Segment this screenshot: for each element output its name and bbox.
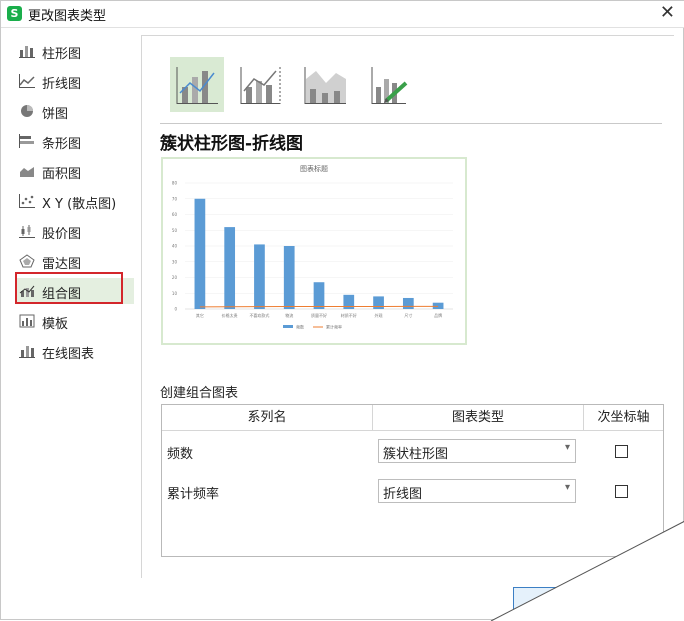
bar (284, 246, 295, 309)
y-tick-label: 60 (172, 212, 178, 217)
y-tick-label: 10 (172, 291, 178, 296)
column-chart-icon (19, 44, 35, 58)
sidebar-item-column[interactable]: 柱形图 (16, 38, 134, 64)
preview-chart-title: 图表标题 (300, 164, 328, 173)
bar (403, 298, 414, 309)
area-chart-icon (19, 164, 35, 178)
highlight-box (15, 272, 123, 304)
secondary-axis-checkbox-frequency[interactable] (615, 445, 628, 458)
y-tick-label: 80 (172, 181, 178, 186)
chevron-down-icon: ▾ (565, 442, 570, 453)
sidebar-item-area[interactable]: 面积图 (16, 158, 134, 184)
sidebar-item-bar[interactable]: 条形图 (16, 128, 134, 154)
sidebar-item-label: 面积图 (42, 163, 81, 182)
stock-chart-icon (19, 224, 35, 238)
chevron-down-icon: ▾ (565, 482, 570, 493)
chart-type-select-cumulative-frequency[interactable]: 折线图 ▾ (378, 479, 576, 503)
chart-options-panel: 簇状柱形图-折线图 图表标题 0 10 20 30 40 50 60 70 80 其它 价格太贵 不… (142, 35, 674, 579)
line-chart-icon (19, 74, 35, 88)
subtype-stacked-area-column[interactable] (298, 57, 352, 112)
bar (373, 296, 384, 309)
bar (254, 244, 265, 309)
title-bar: S 更改图表类型 ✕ (1, 1, 684, 28)
create-combo-label: 创建组合图表 (160, 382, 238, 401)
sidebar-item-label: 饼图 (42, 103, 68, 122)
series-name-frequency: 频数 (167, 443, 193, 462)
x-tick-label: 其它 (196, 312, 204, 318)
chart-preview: 图表标题 0 10 20 30 40 50 60 70 80 其它 价格太贵 不喜欢款式 物流 质量不好… (161, 157, 467, 345)
preview-chart: 图表标题 0 10 20 30 40 50 60 70 80 其它 价格太贵 不喜欢款式 物流 质量不好… (163, 159, 465, 343)
online-chart-icon (19, 344, 35, 358)
sidebar-item-template[interactable]: 模板 (16, 308, 134, 334)
sidebar-item-label: 折线图 (42, 73, 81, 92)
select-value: 折线图 (383, 483, 422, 502)
sidebar-item-label: 条形图 (42, 133, 81, 152)
legend-label-bar: 频数 (296, 324, 304, 330)
sidebar-item-label: X Y (散点图) (42, 193, 116, 212)
column-line-secondary-axis-icon (234, 57, 288, 112)
y-tick-label: 30 (172, 259, 178, 264)
x-tick-label: 尺寸 (404, 312, 412, 318)
column-header-series-name: 系列名 (162, 405, 373, 431)
y-tick-label: 70 (172, 196, 178, 201)
sidebar-item-label: 股价图 (42, 223, 81, 242)
sidebar-item-label: 模板 (42, 313, 68, 332)
subtype-column-line-secondary[interactable] (234, 57, 288, 112)
clustered-column-line-icon (170, 57, 224, 112)
series-name-cumulative-frequency: 累计频率 (167, 483, 219, 502)
sidebar-item-stock[interactable]: 股价图 (16, 218, 134, 244)
dialog-title: 更改图表类型 (28, 5, 106, 24)
sidebar-item-scatter[interactable]: X Y (散点图) (16, 188, 134, 214)
legend-label-line: 累计频率 (326, 324, 342, 330)
x-tick-label: 材质不好 (341, 312, 357, 318)
chart-category-sidebar: 柱形图 折线图 饼图 条形图 面积图 X Y (散点图) 股价图 雷达图 (11, 35, 142, 578)
sidebar-item-radar[interactable]: 雷达图 (16, 248, 134, 274)
change-chart-type-dialog: S 更改图表类型 ✕ 柱形图 折线图 饼图 条形图 面积图 X Y (散点图) (0, 0, 684, 620)
legend-swatch-bar (283, 325, 293, 328)
template-icon (19, 314, 35, 328)
x-tick-label: 不喜欢款式 (249, 312, 269, 318)
bar (314, 282, 325, 309)
secondary-axis-checkbox-cumulative-frequency[interactable] (615, 485, 628, 498)
close-button[interactable]: ✕ (660, 2, 675, 23)
stacked-area-column-icon (298, 57, 352, 112)
chart-type-select-frequency[interactable]: 簇状柱形图 ▾ (378, 439, 576, 463)
ok-button[interactable] (513, 587, 585, 613)
sidebar-item-pie[interactable]: 饼图 (16, 98, 134, 124)
y-tick-label: 20 (172, 275, 178, 280)
subtype-clustered-column-line[interactable] (170, 57, 224, 112)
bar (433, 303, 444, 309)
app-logo-icon: S (7, 6, 22, 21)
sidebar-item-label: 在线图表 (42, 343, 94, 362)
sidebar-item-label: 柱形图 (42, 43, 81, 62)
pie-chart-icon (19, 104, 35, 118)
divider (160, 123, 662, 124)
bar (224, 227, 235, 309)
x-tick-label: 品牌 (434, 312, 442, 318)
x-tick-label: 质量不好 (311, 312, 327, 318)
bar-chart-icon (19, 134, 35, 148)
series-table: 系列名 图表类型 次坐标轴 频数 簇状柱形图 ▾ 累计频率 折线图 ▾ (161, 404, 664, 557)
chart-subtype-heading: 簇状柱形图-折线图 (160, 129, 303, 154)
sidebar-item-line[interactable]: 折线图 (16, 68, 134, 94)
radar-chart-icon (19, 254, 35, 268)
x-tick-label: 外观 (375, 312, 383, 318)
sidebar-item-online-chart[interactable]: 在线图表 (16, 338, 134, 364)
x-tick-label: 价格太贵 (222, 312, 238, 318)
subtype-custom-combo[interactable] (362, 57, 416, 112)
scatter-chart-icon (19, 194, 35, 208)
y-tick-label: 0 (174, 307, 177, 312)
y-tick-label: 40 (172, 244, 178, 249)
y-tick-label: 50 (172, 228, 178, 233)
sidebar-item-label: 雷达图 (42, 253, 81, 272)
bar (195, 199, 206, 309)
select-value: 簇状柱形图 (383, 443, 448, 462)
column-header-chart-type: 图表类型 (373, 405, 584, 431)
x-tick-label: 物流 (285, 312, 293, 318)
column-header-secondary-axis: 次坐标轴 (584, 405, 663, 431)
custom-combo-icon (362, 57, 416, 112)
